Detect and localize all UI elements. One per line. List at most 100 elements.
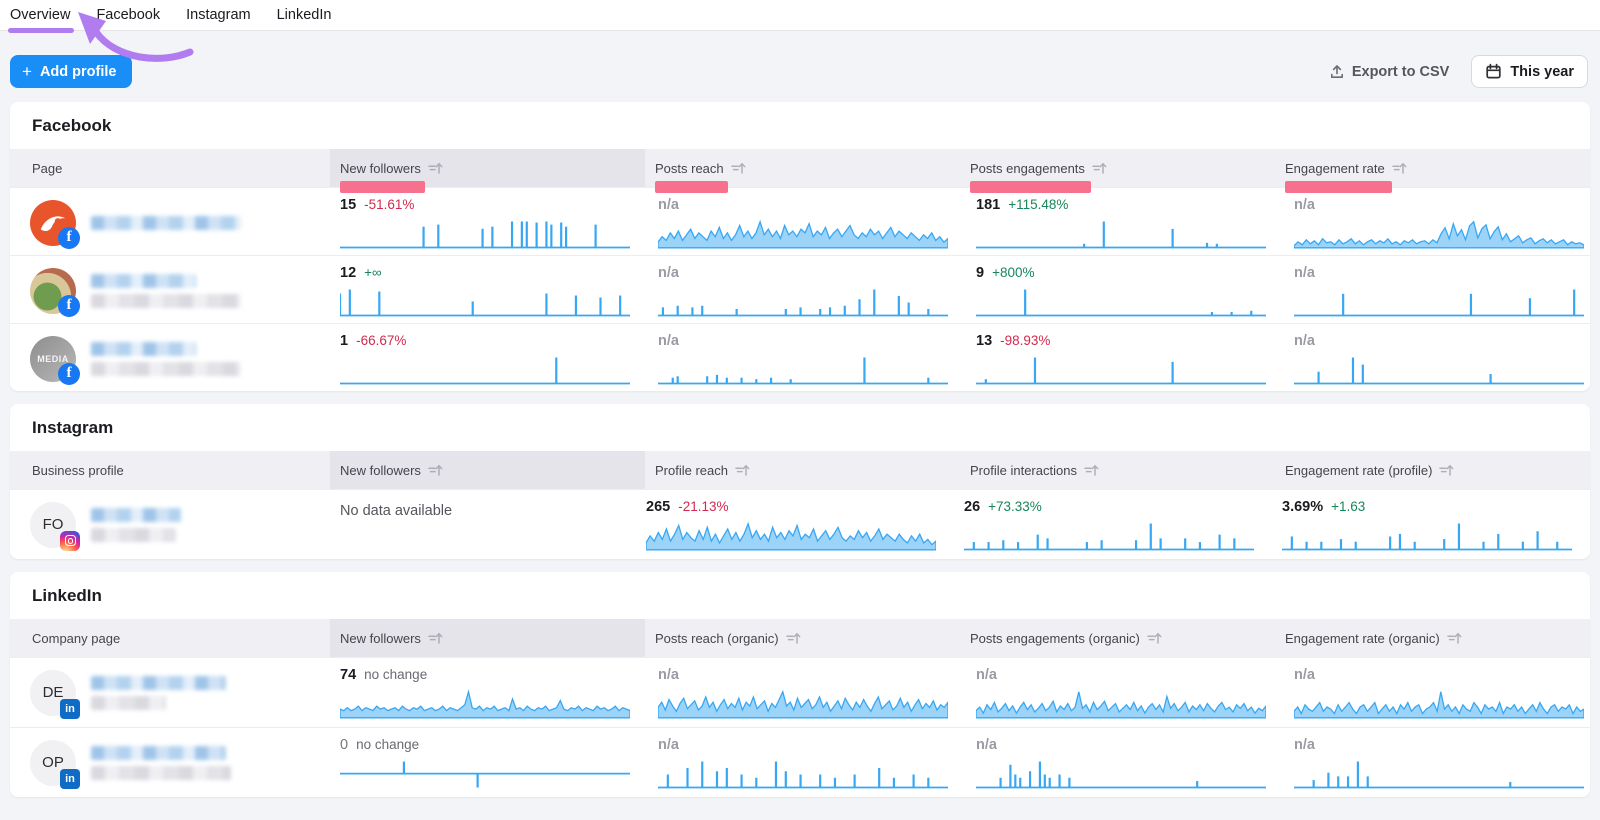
plus-icon: +	[22, 63, 32, 80]
date-range-label: This year	[1510, 64, 1574, 80]
sparkline-chart	[1294, 355, 1584, 385]
sort-icon	[786, 632, 801, 645]
metric-value-row: 181+115.48%	[976, 197, 1266, 216]
table-row: FO No data available 265-21.13% 26+73.33% 3.…	[10, 489, 1590, 559]
profile-cell[interactable]: OPin	[10, 728, 330, 797]
metric-value-row: n/a	[1294, 737, 1584, 756]
sparkline-chart	[976, 355, 1266, 385]
metric-value-row: 15-51.61%	[340, 197, 630, 216]
column-header-engagement-rate[interactable]: Engagement rate	[1275, 149, 1590, 187]
sparkline-chart	[658, 689, 948, 719]
metric-value: 265	[646, 499, 670, 515]
column-header-new-followers[interactable]: New followers	[330, 619, 645, 657]
toolbar: + Add profile Export to CSV This year	[10, 55, 1588, 88]
metric-cell: 1-66.67%	[330, 324, 648, 391]
metric-value-row: 3.69%+1.63	[1282, 499, 1572, 518]
column-header-label: Company page	[32, 631, 120, 646]
redacted-profile-name	[91, 274, 241, 308]
report-sections: FacebookPageNew followersPosts reachPost…	[0, 102, 1600, 797]
column-header-label: Posts engagements	[970, 161, 1085, 176]
column-header-engagement-rate-profile[interactable]: Engagement rate (profile)	[1275, 451, 1590, 489]
table-row: f 15-51.61% n/a 181+115.48% n/a	[10, 187, 1590, 255]
redacted-profile-name	[91, 342, 241, 376]
metric-cell: 9+800%	[966, 256, 1284, 325]
table-row: DEin74no changen/an/an/a	[10, 657, 1590, 727]
column-header-new-followers[interactable]: New followers	[330, 451, 645, 489]
sort-icon	[1447, 632, 1462, 645]
metric-value-row: 13-98.93%	[976, 333, 1266, 352]
metric-value-row: 1-66.67%	[340, 333, 630, 352]
metric-cell: n/a	[1284, 324, 1590, 391]
calendar-icon	[1485, 63, 1502, 80]
sparkline-chart	[976, 689, 1266, 719]
date-range-button[interactable]: This year	[1471, 55, 1588, 88]
export-csv-button[interactable]: Export to CSV	[1329, 64, 1449, 80]
column-header-profile-reach[interactable]: Profile reach	[645, 451, 960, 489]
metric-delta: +115.48%	[1008, 197, 1068, 212]
column-header-posts-reach-organic[interactable]: Posts reach (organic)	[645, 619, 960, 657]
metric-value-row: 265-21.13%	[646, 499, 936, 518]
column-header-entity: Company page	[10, 619, 330, 657]
metric-cell: 26+73.33%	[954, 490, 1272, 559]
column-header-label: Profile interactions	[970, 463, 1077, 478]
metric-cell: 3.69%+1.63	[1272, 490, 1590, 559]
redacted-profile-name	[91, 676, 226, 710]
avatar: FO	[30, 502, 76, 548]
column-header-new-followers[interactable]: New followers	[330, 149, 645, 187]
section-title: LinkedIn	[10, 572, 1590, 619]
top-nav: Overview Facebook Instagram LinkedIn	[0, 0, 1600, 31]
metric-value: n/a	[658, 197, 679, 213]
column-header-entity: Business profile	[10, 451, 330, 489]
column-header-posts-engagements-organic[interactable]: Posts engagements (organic)	[960, 619, 1275, 657]
sparkline-chart	[964, 521, 1254, 551]
metric-cell: n/a	[1284, 256, 1590, 325]
sparkline-chart	[658, 287, 948, 317]
add-profile-button[interactable]: + Add profile	[10, 55, 132, 88]
metric-cell: n/a	[648, 256, 966, 325]
metric-cell: 74no change	[330, 658, 648, 727]
column-header-label: New followers	[340, 463, 421, 478]
metric-delta: -51.61%	[364, 197, 414, 212]
metric-cell: 265-21.13%	[636, 490, 954, 559]
column-header-label: Posts engagements (organic)	[970, 631, 1140, 646]
profile-cell[interactable]: DEin	[10, 658, 330, 727]
redacted-name-line	[91, 274, 196, 288]
column-header-profile-interactions[interactable]: Profile interactions	[960, 451, 1275, 489]
metric-value: n/a	[1294, 737, 1315, 753]
column-header-posts-reach[interactable]: Posts reach	[645, 149, 960, 187]
avatar: MEDIAf	[30, 336, 76, 382]
column-header-engagement-rate-organic[interactable]: Engagement rate (organic)	[1275, 619, 1590, 657]
profile-cell[interactable]: MEDIAf	[10, 324, 330, 391]
sparkline-chart	[1282, 521, 1572, 551]
sort-icon	[1392, 162, 1407, 175]
metric-value: 74	[340, 667, 356, 683]
redacted-name-line	[91, 676, 226, 690]
metric-value: n/a	[658, 265, 679, 281]
profile-cell[interactable]: FO	[10, 490, 330, 559]
metric-value: n/a	[1294, 197, 1315, 213]
avatar: OPin	[30, 740, 76, 786]
metric-value: 3.69%	[1282, 499, 1323, 515]
tab-overview[interactable]: Overview	[10, 7, 70, 23]
avatar: f	[30, 268, 76, 314]
sparkline-chart	[340, 219, 630, 249]
redacted-name-line	[91, 766, 231, 780]
tab-instagram[interactable]: Instagram	[186, 7, 250, 23]
sort-icon	[1147, 632, 1162, 645]
metric-highlight-annotation	[1285, 181, 1392, 193]
column-header-posts-engagements[interactable]: Posts engagements	[960, 149, 1275, 187]
profile-cell[interactable]: f	[10, 188, 330, 257]
table-row: MEDIAf1-66.67%n/a13-98.93%n/a	[10, 323, 1590, 391]
metric-cell: n/a	[648, 658, 966, 727]
profile-cell[interactable]: f	[10, 256, 330, 325]
metric-highlight-annotation	[655, 181, 728, 193]
metric-cell: 181+115.48%	[966, 188, 1284, 257]
no-data-label: No data available	[340, 499, 618, 519]
metric-delta: no change	[356, 737, 419, 752]
metric-value-row: n/a	[1294, 667, 1584, 686]
tab-linkedin[interactable]: LinkedIn	[277, 7, 332, 23]
metric-value-row: n/a	[1294, 333, 1584, 352]
metric-value-row: 26+73.33%	[964, 499, 1254, 518]
metric-cell: 0no change	[330, 728, 648, 797]
tab-facebook[interactable]: Facebook	[96, 7, 160, 23]
